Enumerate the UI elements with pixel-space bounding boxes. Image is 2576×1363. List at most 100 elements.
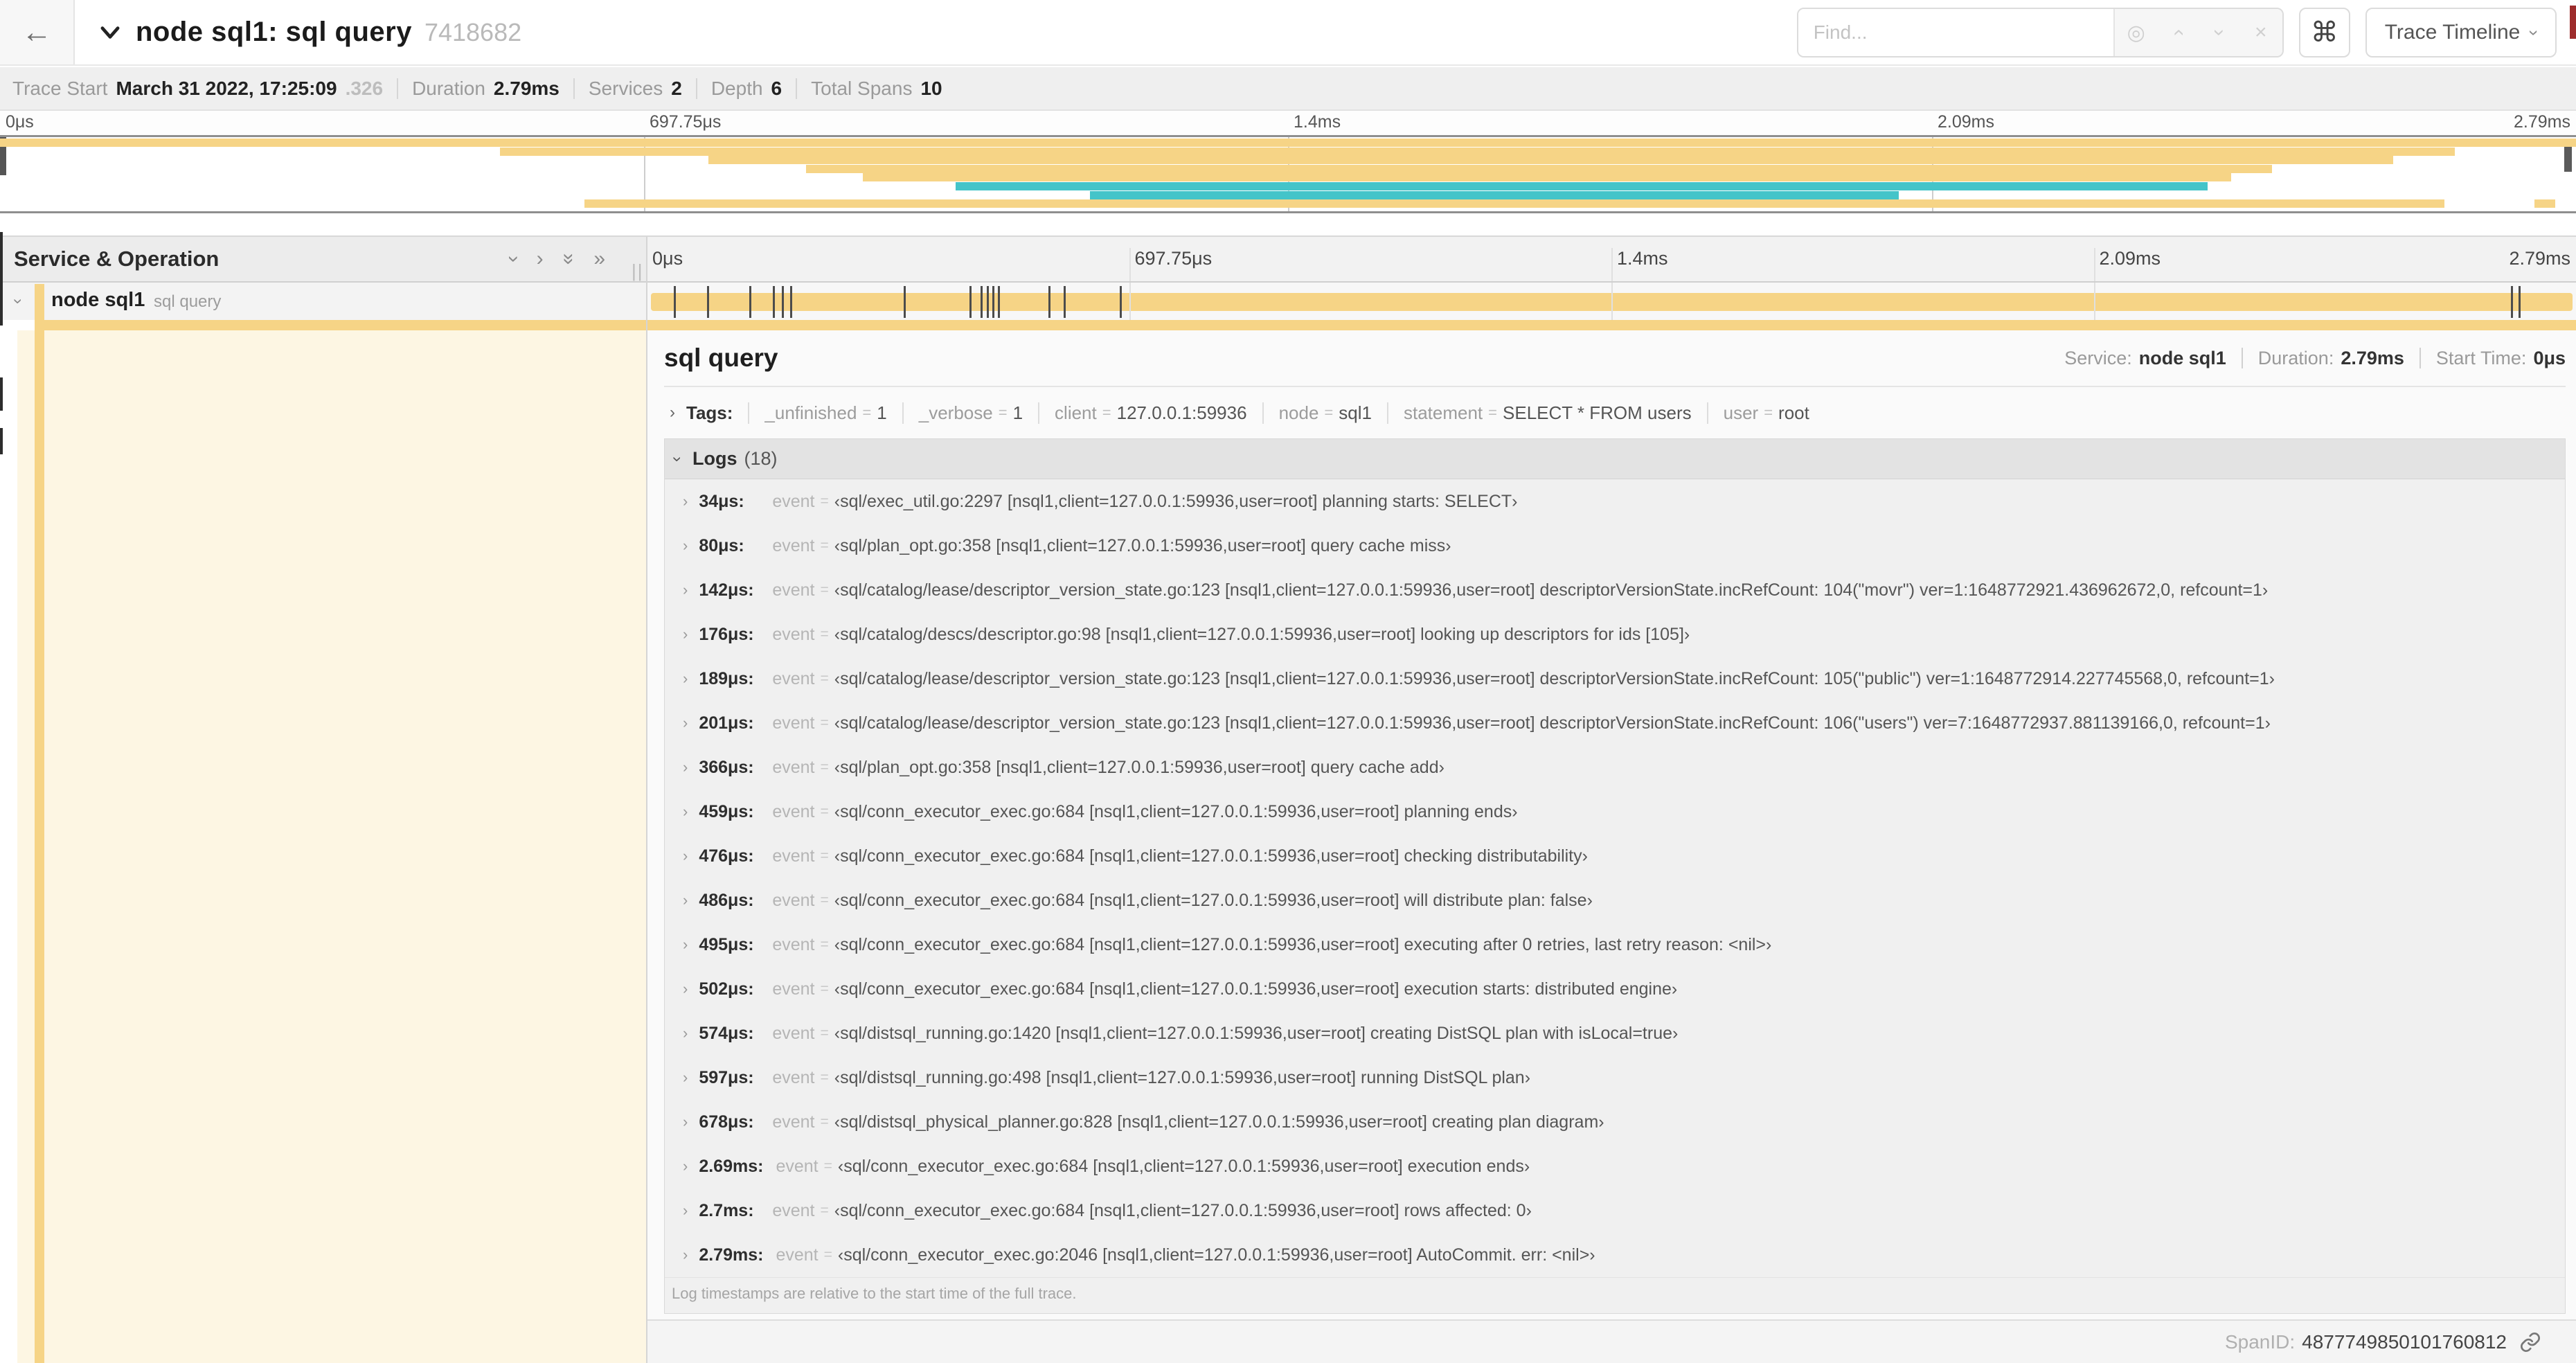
log-expand-icon[interactable]: ›	[683, 1024, 688, 1042]
log-event-tick	[986, 286, 989, 318]
log-entry-row[interactable]: › 2.7ms: event = ‹sql/conn_executor_exec.go:…	[665, 1188, 2565, 1233]
log-expand-icon[interactable]: ›	[683, 1069, 688, 1087]
tag-item[interactable]: statement = SELECT * FROM users	[1386, 402, 1707, 424]
tag-value: root	[1778, 402, 1809, 423]
tag-item[interactable]: _verbose = 1	[902, 402, 1038, 424]
find-input[interactable]	[1798, 9, 2113, 56]
log-expand-icon[interactable]: ›	[683, 1157, 688, 1175]
copy-link-icon[interactable]	[2514, 1331, 2541, 1353]
log-event-tick	[981, 286, 983, 318]
log-entry-row[interactable]: › 574μs: event = ‹sql/distsql_running.go:142…	[665, 1011, 2565, 1055]
log-expand-icon[interactable]: ›	[683, 537, 688, 555]
log-entry-row[interactable]: › 34μs: event = ‹sql/exec_util.go:2297 [nsql…	[665, 479, 2565, 524]
tag-item[interactable]: user = root	[1706, 402, 1825, 424]
logs-collapse-icon: ›	[668, 456, 687, 462]
log-entry-row[interactable]: › 2.79ms: event = ‹sql/conn_executor_exec.go…	[665, 1233, 2565, 1277]
tag-item[interactable]: client = 127.0.0.1:59936	[1038, 402, 1262, 424]
log-expand-icon[interactable]: ›	[683, 1202, 688, 1220]
find-next-icon[interactable]: ›	[2208, 21, 2231, 44]
span-detail-panel: sql query Service: node sql1 Duration: 2…	[647, 330, 2576, 1363]
log-message: ‹sql/catalog/descs/descriptor.go:98 [nsq…	[834, 624, 1690, 644]
log-expand-icon[interactable]: ›	[683, 936, 688, 954]
log-entry-row[interactable]: › 597μs: event = ‹sql/distsql_running.go:498…	[665, 1055, 2565, 1100]
log-event-tick	[1119, 286, 1122, 318]
span-row-name-cell[interactable]: › node sql1 sql query	[0, 283, 647, 320]
log-entry-row[interactable]: › 366μs: event = ‹sql/plan_opt.go:358 [nsql1…	[665, 745, 2565, 790]
log-entry-row[interactable]: › 459μs: event = ‹sql/conn_executor_exec.go:…	[665, 790, 2565, 834]
trace-view-selector[interactable]: Trace Timeline ›	[2365, 8, 2557, 57]
expand-one-icon[interactable]: ›	[537, 247, 544, 271]
log-expand-icon[interactable]: ›	[683, 980, 688, 998]
minimap-span-bar	[2534, 199, 2556, 208]
log-entry-row[interactable]: › 502μs: event = ‹sql/conn_executor_exec.go:…	[665, 967, 2565, 1011]
screen-edge-artifact	[0, 377, 3, 411]
log-timestamp: 142μs:	[699, 580, 754, 600]
span-id-label: SpanID:	[2224, 1330, 2296, 1353]
back-button[interactable]: ←	[0, 0, 75, 64]
log-message: ‹sql/conn_executor_exec.go:684 [nsql1,cl…	[837, 1156, 1530, 1176]
log-entry-row[interactable]: › 486μs: event = ‹sql/conn_executor_exec.go:…	[665, 878, 2565, 923]
log-entry-row[interactable]: › 142μs: event = ‹sql/catalog/lease/descript…	[665, 568, 2565, 612]
log-expand-icon[interactable]: ›	[683, 1246, 688, 1264]
screen-edge-artifact	[2570, 6, 2576, 39]
span-table-header: Service & Operation › › » » || 0μs 697.75…	[0, 235, 2576, 283]
log-expand-icon[interactable]: ›	[683, 492, 688, 510]
divider	[695, 78, 697, 99]
log-field-name: event	[772, 713, 815, 733]
log-field-name: event	[772, 535, 815, 555]
log-event-tick	[674, 286, 677, 318]
tags-expand-icon[interactable]: ›	[670, 403, 675, 422]
collapse-all-icon[interactable]: »	[557, 247, 580, 271]
timeline-gridline	[2093, 283, 2095, 320]
log-entry-row[interactable]: › 678μs: event = ‹sql/distsql_physical_plann…	[665, 1100, 2565, 1144]
log-entry-row[interactable]: › 495μs: event = ‹sql/conn_executor_exec.go:…	[665, 923, 2565, 967]
equals-sign: =	[820, 626, 829, 642]
logs-header[interactable]: › Logs (18)	[665, 439, 2565, 479]
log-expand-icon[interactable]: ›	[683, 803, 688, 821]
collapse-one-icon[interactable]: ›	[503, 247, 526, 271]
log-expand-icon[interactable]: ›	[683, 847, 688, 865]
log-timestamp: 2.69ms:	[699, 1156, 764, 1176]
log-timestamp: 502μs:	[699, 979, 754, 999]
clear-find-icon[interactable]: ×	[2249, 21, 2273, 44]
span-timeline-cell[interactable]	[647, 283, 2576, 320]
log-field-name: event	[772, 1067, 815, 1087]
minimap-span-bar	[1089, 190, 1899, 199]
tag-key: node	[1278, 402, 1319, 423]
selected-span-bar-strip	[37, 320, 2576, 330]
log-entry-row[interactable]: › 476μs: event = ‹sql/conn_executor_exec.go:…	[665, 834, 2565, 878]
locate-icon[interactable]: ◎	[2125, 21, 2148, 45]
timeline-minimap[interactable]	[0, 135, 2576, 213]
log-entry-row[interactable]: › 176μs: event = ‹sql/catalog/descs/descript…	[665, 612, 2565, 657]
tag-item[interactable]: _unfinished = 1	[748, 402, 902, 424]
top-bar: ← node sql1: sql query 7418682 ◎ › › × ⌘…	[0, 0, 2576, 66]
log-entry-row[interactable]: › 80μs: event = ‹sql/plan_opt.go:358 [nsql1,…	[665, 524, 2565, 568]
log-expand-icon[interactable]: ›	[683, 714, 688, 732]
collapse-span-icon[interactable]: ›	[9, 292, 28, 311]
divider	[796, 78, 798, 99]
log-entry-row[interactable]: › 201μs: event = ‹sql/catalog/lease/descript…	[665, 701, 2565, 745]
equals-sign: =	[820, 1025, 829, 1041]
collapse-trace-header-icon[interactable]	[97, 19, 123, 46]
tag-key: statement	[1403, 402, 1483, 423]
log-entry-row[interactable]: › 189μs: event = ‹sql/catalog/lease/descript…	[665, 657, 2565, 701]
log-expand-icon[interactable]: ›	[683, 758, 688, 776]
log-event-tick	[969, 286, 972, 318]
log-expand-icon[interactable]: ›	[683, 1113, 688, 1131]
log-timestamp: 176μs:	[699, 624, 754, 644]
column-resizer-handle[interactable]: ||	[632, 260, 644, 282]
expand-all-icon[interactable]: »	[593, 247, 605, 271]
log-expand-icon[interactable]: ›	[683, 670, 688, 688]
service-operation-header: Service & Operation	[14, 247, 220, 271]
find-prev-icon[interactable]: ›	[2166, 21, 2190, 44]
page-title: node sql1: sql query	[136, 17, 412, 47]
log-message: ‹sql/conn_executor_exec.go:684 [nsql1,cl…	[834, 846, 1588, 866]
tags-row[interactable]: › Tags: _unfinished = 1 _verbose = 1 client = 12…	[664, 387, 2566, 438]
log-expand-icon[interactable]: ›	[683, 581, 688, 599]
log-timestamp: 189μs:	[699, 668, 754, 688]
log-expand-icon[interactable]: ›	[683, 891, 688, 909]
log-entry-row[interactable]: › 2.69ms: event = ‹sql/conn_executor_exec.go…	[665, 1144, 2565, 1188]
tag-item[interactable]: node = sql1	[1262, 402, 1387, 424]
keyboard-shortcuts-button[interactable]: ⌘	[2298, 8, 2350, 57]
log-expand-icon[interactable]: ›	[683, 625, 688, 643]
